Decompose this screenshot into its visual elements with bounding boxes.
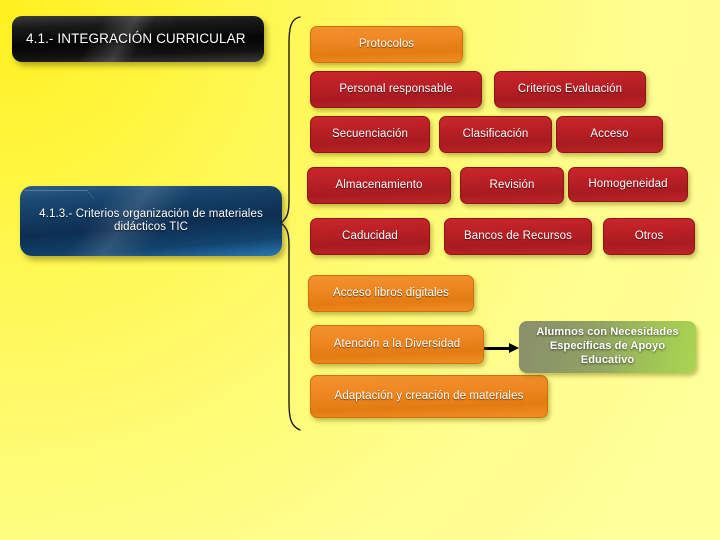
node-protocolos[interactable]: Protocolos bbox=[310, 26, 463, 63]
curly-brace-connector bbox=[279, 16, 301, 431]
node-label-caducidad: Caducidad bbox=[342, 229, 398, 242]
node-label-atencion: Atención a la Diversidad bbox=[333, 337, 461, 350]
node-secuenciacion[interactable]: Secuenciación bbox=[310, 116, 430, 153]
node-label-clasificacion: Clasificación bbox=[462, 127, 529, 140]
node-caducidad[interactable]: Caducidad bbox=[310, 218, 430, 255]
node-label-personal: Personal responsable bbox=[339, 82, 453, 95]
node-almacenamiento[interactable]: Almacenamiento bbox=[307, 167, 451, 204]
subtopic-text: 4.1.3.- Criterios organización de materi… bbox=[39, 207, 263, 233]
node-alumnos-nee[interactable]: Alumnos con Necesidades Específicas de A… bbox=[519, 321, 696, 373]
node-adaptacion[interactable]: Adaptación y creación de materiales bbox=[310, 375, 548, 418]
node-personal[interactable]: Personal responsable bbox=[310, 71, 482, 108]
node-label-alumnos-nee: Alumnos con Necesidades Específicas de A… bbox=[536, 326, 679, 366]
node-homogeneidad[interactable]: Homogeneidad bbox=[568, 167, 688, 202]
node-label-acceso-libros: Acceso libros digitales bbox=[332, 286, 450, 299]
node-label-criterios-eval: Criterios Evaluación bbox=[517, 82, 623, 95]
node-acceso-libros[interactable]: Acceso libros digitales bbox=[308, 275, 474, 312]
node-label-secuenciacion: Secuenciación bbox=[331, 127, 409, 140]
node-acceso[interactable]: Acceso bbox=[556, 116, 663, 153]
node-otros[interactable]: Otros bbox=[603, 218, 695, 255]
arrow-shaft bbox=[484, 347, 510, 350]
slide-title-box: 4.1.- INTEGRACIÓN CURRICULAR bbox=[12, 16, 264, 62]
node-criterios-eval[interactable]: Criterios Evaluación bbox=[494, 71, 646, 108]
slide-title-text: 4.1.- INTEGRACIÓN CURRICULAR bbox=[26, 31, 246, 47]
node-label-homogeneidad: Homogeneidad bbox=[588, 177, 668, 190]
node-label-almacenamiento: Almacenamiento bbox=[335, 178, 423, 191]
arrow-head-icon bbox=[509, 343, 519, 353]
bevel-highlight-icon bbox=[24, 190, 95, 199]
subtopic-box: 4.1.3.- Criterios organización de materi… bbox=[20, 186, 282, 256]
node-revision[interactable]: Revisión bbox=[460, 167, 564, 204]
node-atencion[interactable]: Atención a la Diversidad bbox=[310, 325, 484, 364]
node-label-acceso: Acceso bbox=[590, 127, 629, 140]
node-label-adaptacion: Adaptación y creación de materiales bbox=[334, 389, 524, 402]
node-label-revision: Revisión bbox=[489, 178, 535, 191]
node-clasificacion[interactable]: Clasificación bbox=[439, 116, 552, 153]
slide-canvas: 4.1.- INTEGRACIÓN CURRICULAR 4.1.3.- Cri… bbox=[0, 0, 720, 540]
node-label-protocolos: Protocolos bbox=[358, 37, 415, 50]
node-label-otros: Otros bbox=[634, 229, 664, 242]
node-bancos[interactable]: Bancos de Recursos bbox=[444, 218, 592, 255]
node-label-bancos: Bancos de Recursos bbox=[464, 229, 572, 242]
